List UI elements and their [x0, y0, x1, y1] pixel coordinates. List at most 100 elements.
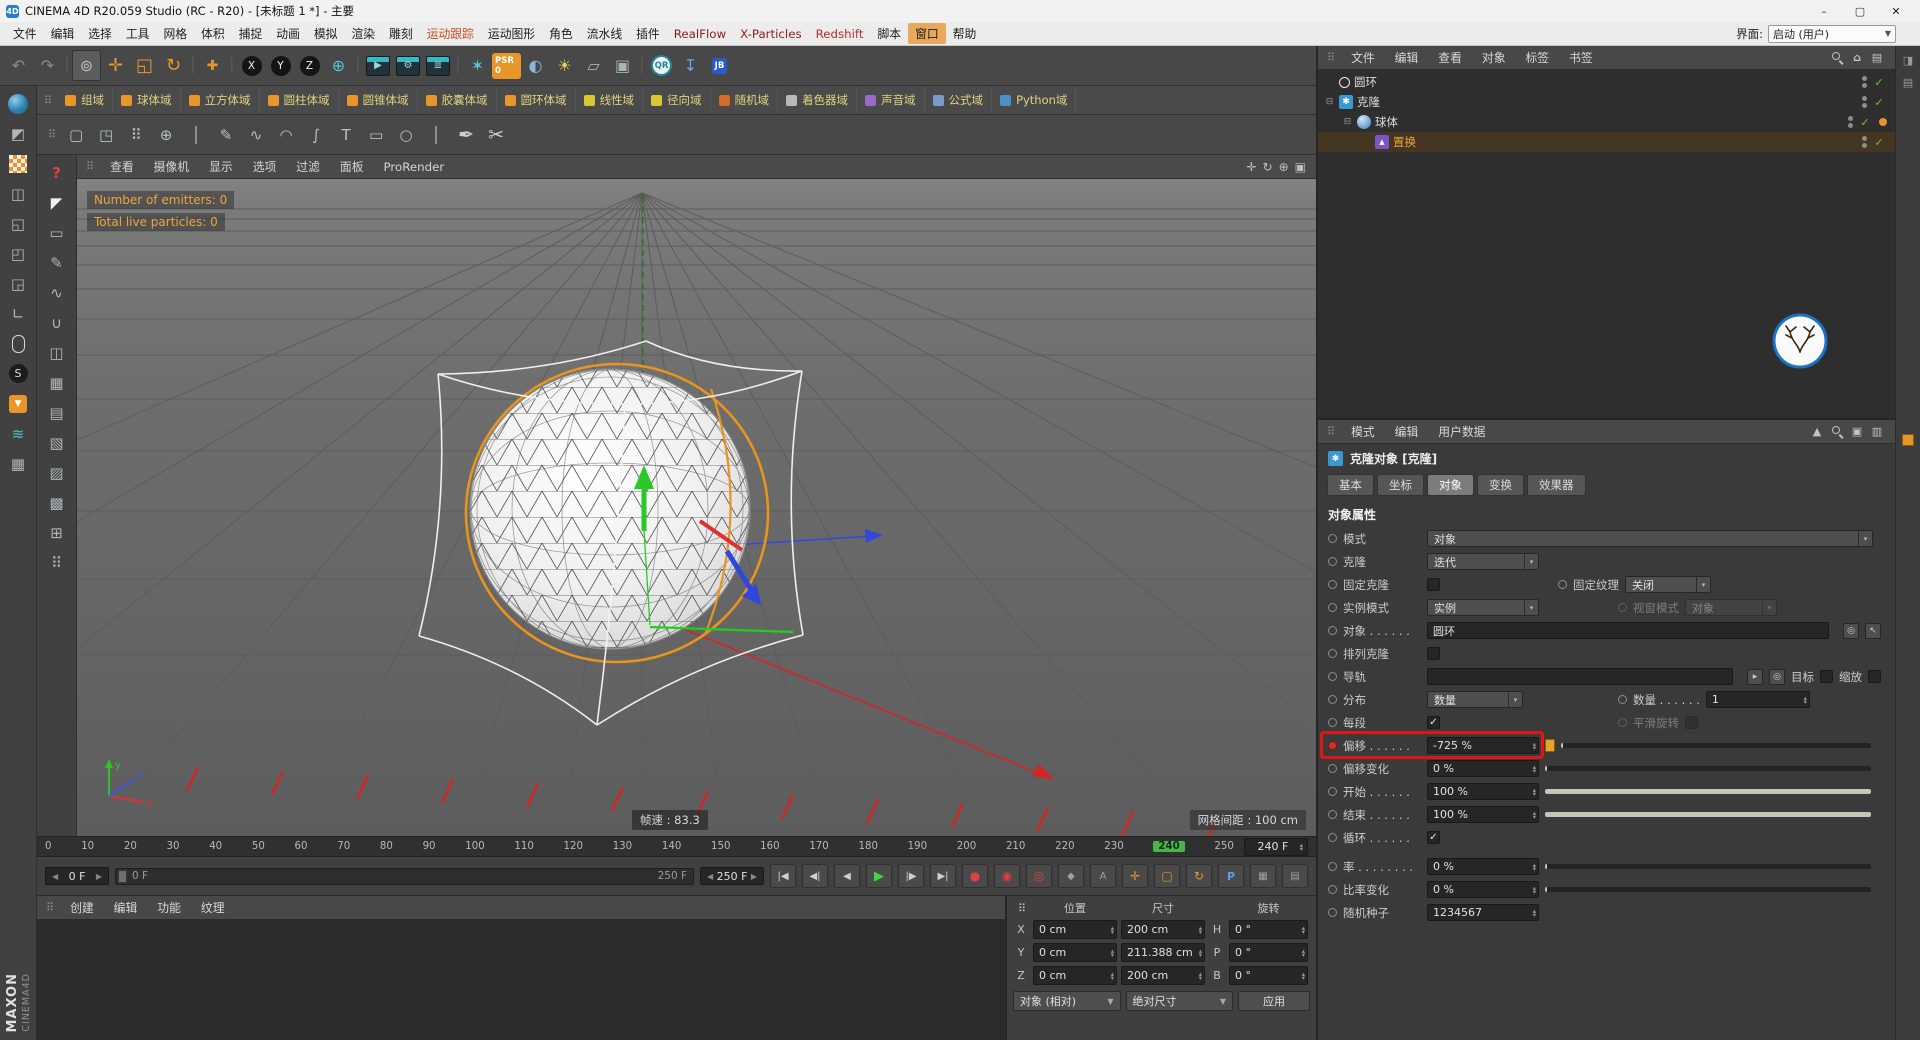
toolbar-separator[interactable]: │: [62, 50, 72, 81]
range-start-handle[interactable]: [118, 870, 127, 883]
timeline-tick[interactable]: 120: [564, 841, 583, 852]
drag-grip-icon[interactable]: ⠿: [1322, 51, 1340, 64]
floor-object-icon[interactable]: ▱: [579, 50, 608, 81]
record-options-button[interactable]: ◎: [1026, 864, 1052, 888]
coord-mode-dropdown[interactable]: 对象 (相对)▼: [1013, 991, 1121, 1011]
om-menu-view[interactable]: 查看: [1429, 49, 1471, 66]
psr-badge[interactable]: PSR 0: [492, 50, 521, 81]
paint-bucket-icon[interactable]: ▼: [5, 390, 32, 417]
spinner[interactable]: [1196, 926, 1202, 934]
pick-object-icon[interactable]: ◎: [1843, 623, 1859, 639]
record-pla-toggle[interactable]: ▦: [1250, 864, 1276, 888]
menu-xparticles[interactable]: X-Particles: [733, 25, 808, 43]
rect-selection-icon[interactable]: ▭: [43, 219, 70, 246]
keyframe-circle[interactable]: [1618, 603, 1627, 612]
menu-simulate[interactable]: 模拟: [307, 23, 345, 44]
live-selection-tool[interactable]: ⊚: [72, 50, 101, 81]
timeline-tick[interactable]: 170: [809, 841, 828, 852]
tab-transform[interactable]: 变换: [1477, 474, 1524, 496]
keyframe-circle[interactable]: [1328, 649, 1337, 658]
timeline-tick[interactable]: 100: [465, 841, 484, 852]
maximize-button[interactable]: ▢: [1842, 0, 1878, 22]
drag-grip-icon[interactable]: ⠿: [39, 94, 57, 107]
minimize-button[interactable]: –: [1806, 0, 1842, 22]
timeline-tick[interactable]: 210: [1006, 841, 1025, 852]
menu-tools[interactable]: 工具: [119, 23, 157, 44]
freehand-tool-icon[interactable]: ∿: [43, 279, 70, 306]
edge-panel-icon[interactable]: ▤: [1900, 74, 1917, 90]
vp-menu-view[interactable]: 查看: [101, 158, 143, 175]
grid-array3-icon[interactable]: ▧: [43, 429, 70, 456]
menu-file[interactable]: 文件: [6, 23, 44, 44]
spline-smooth-tool[interactable]: ∫: [301, 119, 331, 151]
model-mode-icon[interactable]: ◫: [5, 180, 32, 207]
keyframe-circle[interactable]: [1328, 908, 1337, 917]
tag-dot[interactable]: [1879, 118, 1887, 126]
lock-x-axis[interactable]: X: [237, 50, 266, 81]
torus-field-button[interactable]: 圆环体域: [497, 86, 576, 114]
timeline-tick[interactable]: 50: [252, 841, 265, 852]
expand-toggle-icon[interactable]: ⊟: [1324, 97, 1335, 107]
undo-icon[interactable]: ↶: [4, 50, 33, 81]
autokey-button[interactable]: A: [1090, 864, 1116, 888]
spinner[interactable]: [1299, 972, 1305, 980]
menu-select[interactable]: 选择: [81, 23, 119, 44]
dots-grid-icon[interactable]: ⠿: [43, 549, 70, 576]
om-search-icon[interactable]: [1827, 49, 1847, 67]
timeline-panel-button[interactable]: ▤: [1282, 864, 1308, 888]
menu-redshift[interactable]: Redshift: [809, 25, 871, 43]
size-mode-dropdown[interactable]: 绝对尺寸▼: [1126, 991, 1234, 1011]
toolbar-separator[interactable]: │: [637, 50, 647, 81]
toolbar-separator[interactable]: │: [227, 50, 237, 81]
magic-merge-icon[interactable]: ✶: [463, 50, 492, 81]
grid-array4-icon[interactable]: ▨: [43, 459, 70, 486]
am-menu-userdata[interactable]: 用户数据: [1429, 423, 1494, 440]
am-lock-icon[interactable]: ▣: [1847, 423, 1867, 441]
keyframe-circle[interactable]: [1328, 810, 1337, 819]
scale-checkbox[interactable]: [1868, 670, 1881, 683]
record-parameter-toggle[interactable]: P: [1218, 864, 1244, 888]
keyframe-circle[interactable]: [1328, 718, 1337, 727]
spinner[interactable]: [1530, 742, 1536, 750]
vp-menu-panel[interactable]: 面板: [331, 158, 373, 175]
keyframe-circle[interactable]: [1328, 833, 1337, 842]
object-name[interactable]: 置换: [1393, 134, 1416, 150]
menu-script[interactable]: 脚本: [870, 23, 908, 44]
sketch-tool[interactable]: ∿: [241, 119, 271, 151]
arc-tool[interactable]: ◠: [271, 119, 301, 151]
qr-badge[interactable]: QR: [647, 50, 676, 81]
spinner[interactable]: [1196, 972, 1202, 980]
timeline-tick[interactable]: 160: [760, 841, 779, 852]
play-button[interactable]: ▶: [866, 864, 892, 888]
keyframe-circle[interactable]: [1328, 534, 1337, 543]
environment-object-icon[interactable]: ◐: [521, 50, 550, 81]
viewport-canvas[interactable]: Number of emitters: 0 Total live particl…: [77, 179, 1316, 836]
render-view-button[interactable]: ▶: [363, 50, 393, 81]
timeline-tick[interactable]: 80: [380, 841, 393, 852]
drag-grip-icon[interactable]: ⠿: [1322, 425, 1340, 438]
capsule-field-button[interactable]: 胶囊体域: [418, 86, 497, 114]
timeline-tick[interactable]: 150: [711, 841, 730, 852]
end-field[interactable]: 100 %: [1427, 806, 1539, 823]
spinner[interactable]: [1801, 696, 1807, 704]
record-position-toggle[interactable]: ✛: [1122, 864, 1148, 888]
object-link-field[interactable]: 圆环: [1427, 622, 1829, 639]
array-tool[interactable]: ⠿: [121, 119, 151, 151]
fix-texture-dropdown[interactable]: 关闭: [1625, 576, 1711, 593]
text-spline-tool[interactable]: T: [331, 119, 361, 151]
am-filter-icon[interactable]: ▲: [1807, 423, 1827, 441]
expand-toggle-icon[interactable]: ⊟: [1342, 117, 1353, 127]
offset-variation-field[interactable]: 0 %: [1427, 760, 1539, 777]
timeline-tick[interactable]: 30: [167, 841, 180, 852]
menu-render[interactable]: 渲染: [344, 23, 382, 44]
preview-range-slider[interactable]: 0 F 250 F: [115, 868, 694, 885]
vp-zoom-icon[interactable]: ⊕: [1279, 160, 1289, 174]
loop-checkbox[interactable]: [1427, 831, 1440, 844]
menu-plugins[interactable]: 插件: [629, 23, 667, 44]
polygons-mode-icon[interactable]: ◲: [5, 270, 32, 297]
drag-grip-icon[interactable]: ⠿: [43, 128, 61, 141]
rail-expand-icon[interactable]: ▸: [1747, 669, 1763, 685]
object-tree-row[interactable]: ⊟ 球体: [1318, 112, 1895, 132]
cursor-tool-icon[interactable]: ◤: [43, 189, 70, 216]
vp-orbit-icon[interactable]: ↻: [1263, 160, 1273, 174]
